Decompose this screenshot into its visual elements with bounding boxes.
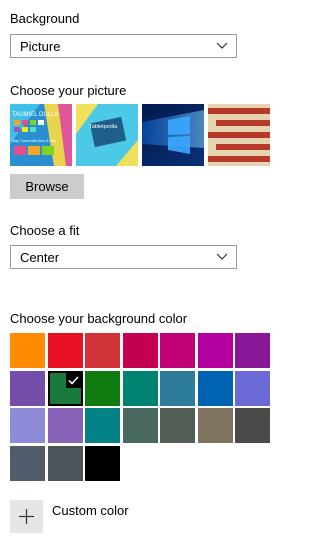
checkmark-icon [66,373,81,388]
color-swatch[interactable] [198,333,233,368]
fit-dropdown[interactable]: Center [10,245,237,269]
color-swatch[interactable] [235,333,270,368]
custom-color-button[interactable] [10,500,43,533]
color-swatch[interactable] [85,446,120,481]
color-swatch[interactable] [10,446,45,481]
color-swatch[interactable] [85,371,120,406]
chevron-down-icon [216,253,228,260]
color-swatch[interactable] [160,408,195,443]
color-swatch[interactable] [160,371,195,406]
tile-wallpaper-thumbnail: TAUMIEL DULLS Stay Tuned with Aero & Pla… [10,104,72,166]
thumbnail-text-2: Stay Tuned with Aero & Play [12,139,56,143]
color-swatch[interactable] [48,446,83,481]
background-dropdown[interactable]: Picture [10,34,237,58]
picture-thumbnails: TAUMIEL DULLS Stay Tuned with Aero & Pla… [10,104,270,166]
browse-button[interactable]: Browse [10,174,84,199]
color-swatch[interactable] [198,371,233,406]
windows-hero-wallpaper-thumbnail [142,104,204,166]
picture-label: Choose your picture [10,83,127,98]
color-swatch[interactable] [48,333,83,368]
color-swatch[interactable] [10,333,45,368]
color-swatch[interactable] [198,408,233,443]
picture-thumbnail-2[interactable]: Tabletpedia [76,104,138,166]
color-swatch[interactable] [123,408,158,443]
color-swatch[interactable] [85,333,120,368]
color-swatch[interactable] [48,371,83,406]
thumbnail-text-3: Tabletpedia [89,124,118,130]
custom-color-label: Custom color [52,503,129,518]
color-swatch[interactable] [160,333,195,368]
color-swatch[interactable] [235,408,270,443]
chevron-down-icon [216,42,228,49]
stripes-wallpaper-thumbnail [208,104,270,166]
thumbnail-text-1: TAUMIEL DULLS [12,112,58,118]
color-swatch[interactable] [235,371,270,406]
fit-label: Choose a fit [10,223,80,238]
background-dropdown-value: Picture [20,39,61,54]
background-label: Background [10,11,80,26]
picture-thumbnail-1[interactable]: TAUMIEL DULLS Stay Tuned with Aero & Pla… [10,104,72,166]
color-swatch[interactable] [48,408,83,443]
fit-dropdown-value: Center [20,250,60,265]
tablet-wallpaper-thumbnail: Tabletpedia [76,104,138,166]
color-swatch[interactable] [123,333,158,368]
picture-thumbnail-3[interactable] [142,104,204,166]
color-label: Choose your background color [10,311,188,326]
color-swatch[interactable] [85,408,120,443]
picture-thumbnail-4[interactable] [208,104,270,166]
color-swatch[interactable] [123,371,158,406]
color-swatch[interactable] [10,408,45,443]
color-swatch-grid [10,333,272,485]
plus-icon [19,509,34,524]
color-swatch[interactable] [10,371,45,406]
